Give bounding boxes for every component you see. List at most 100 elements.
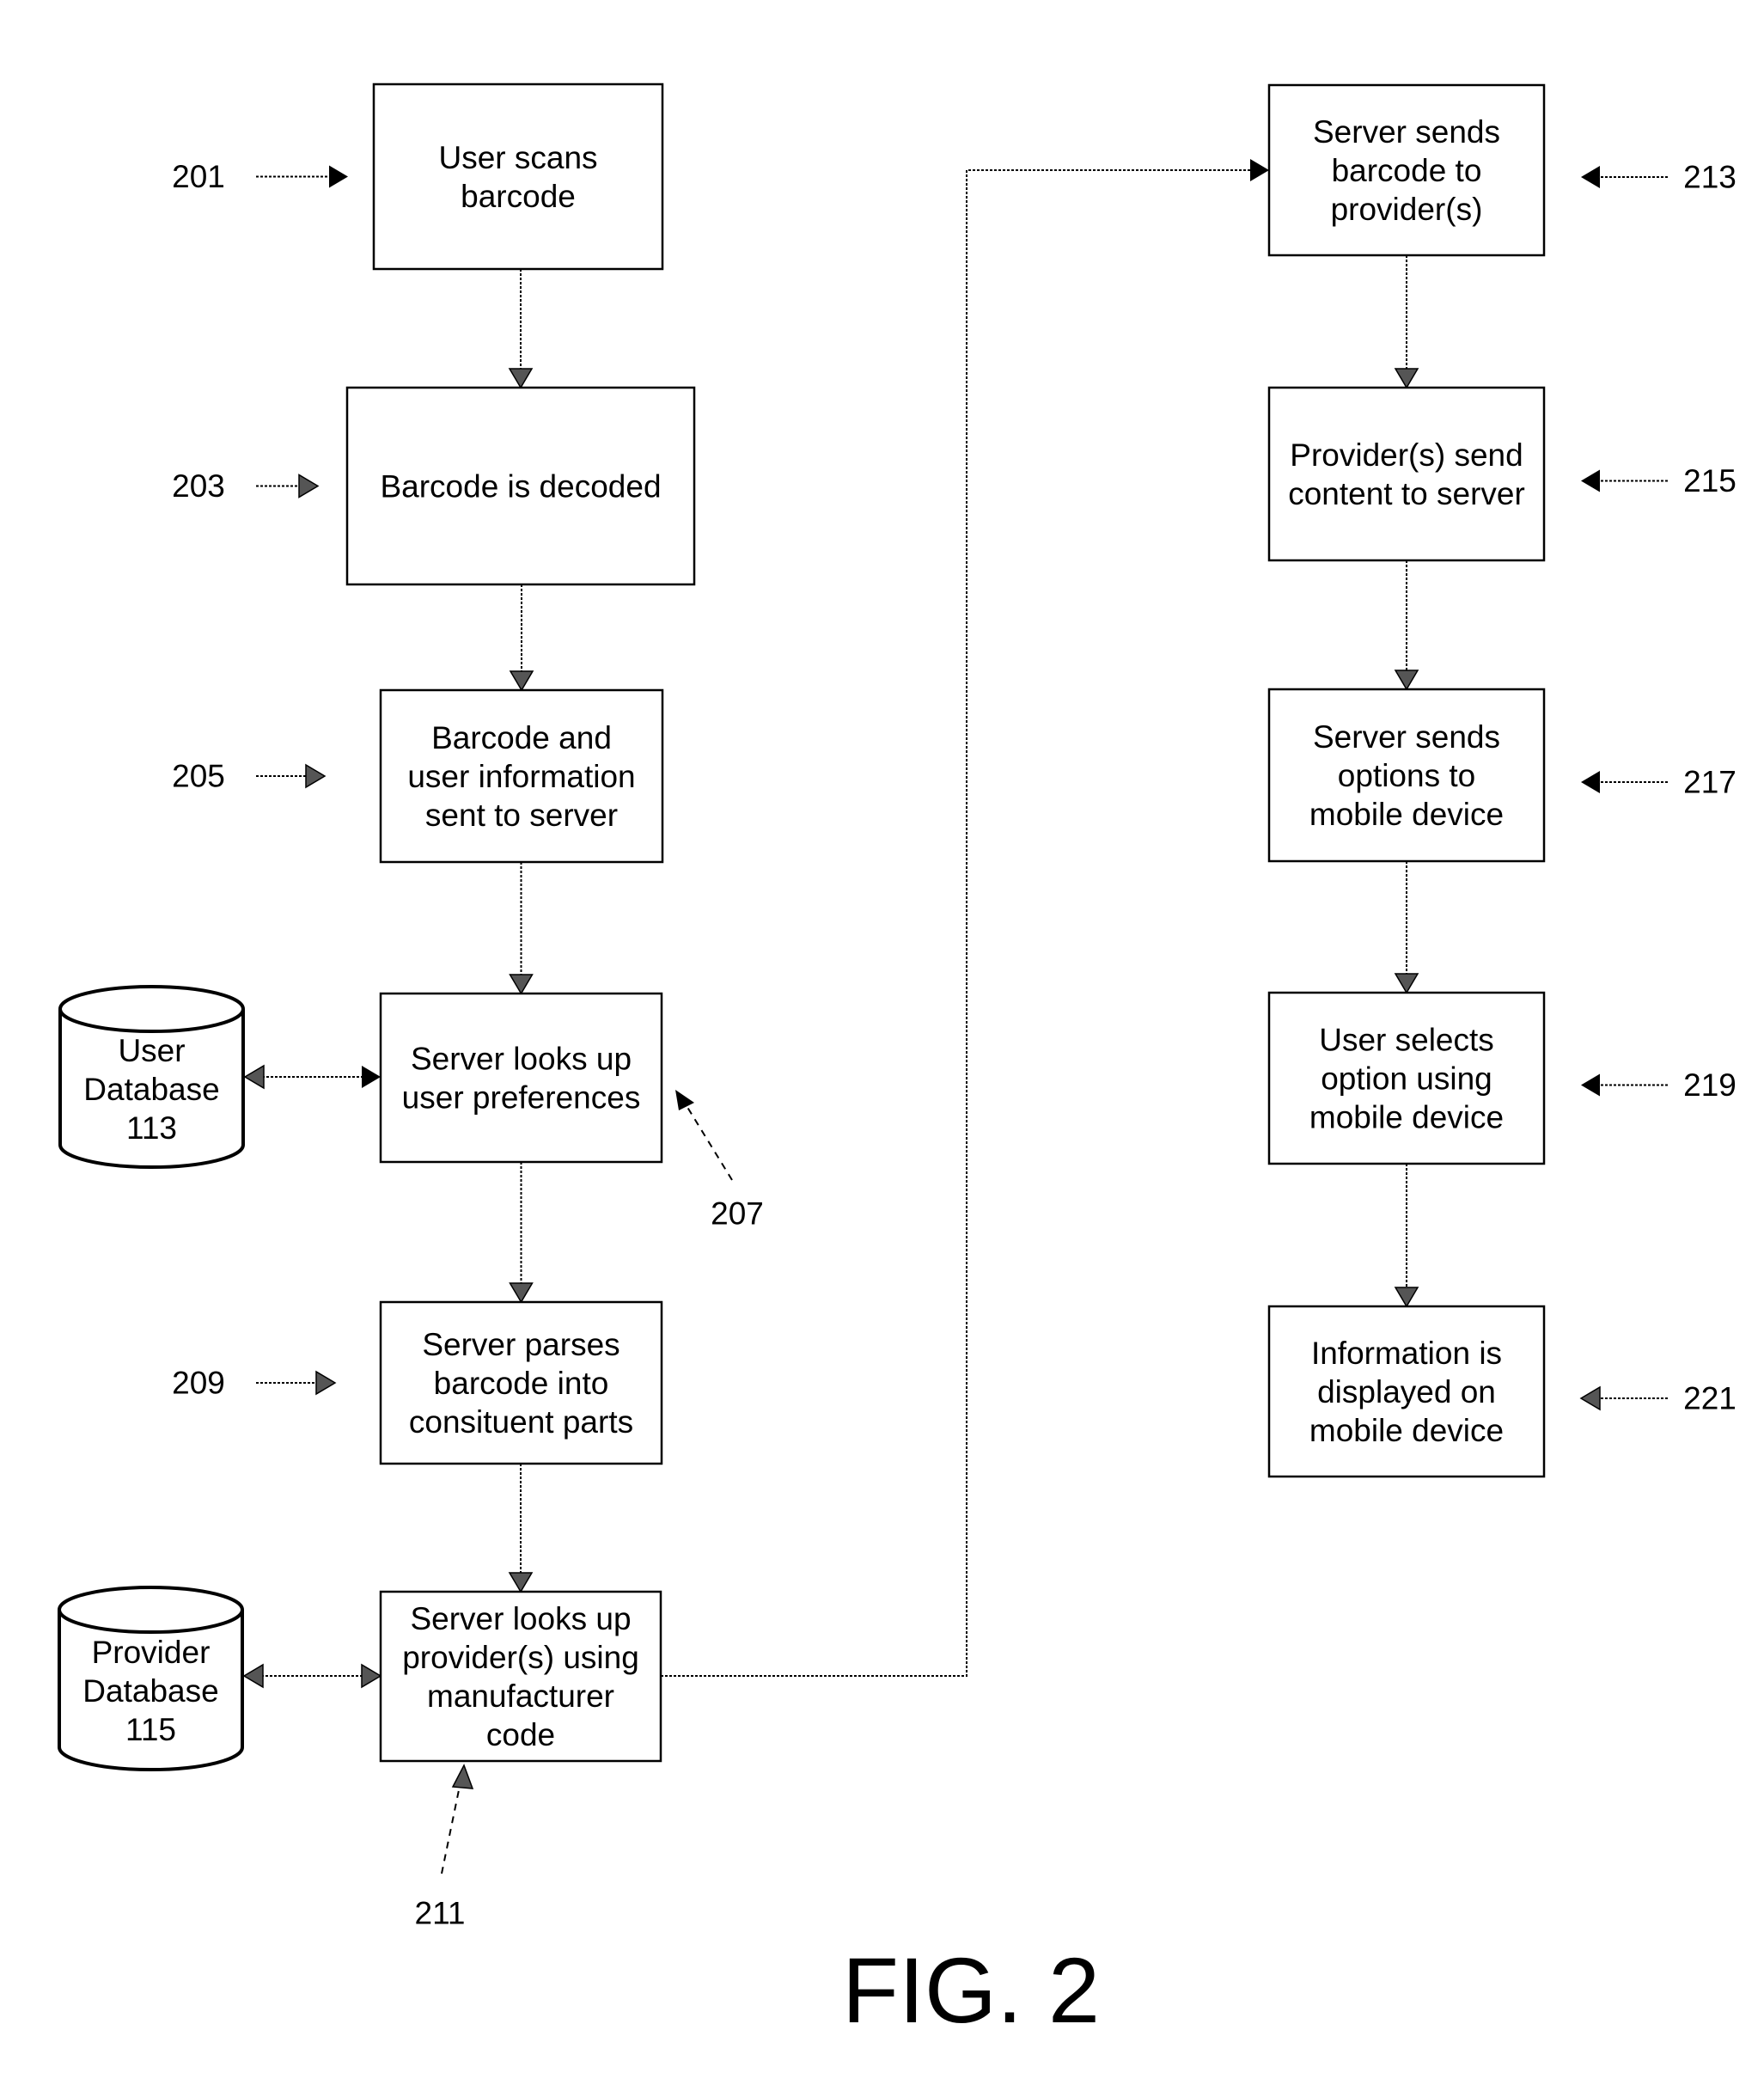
step-201[interactable]: User scans barcode: [372, 83, 664, 271]
flow-arrow-icon-215-217: [1394, 670, 1419, 691]
ref-arrow-icon-203: [298, 474, 320, 498]
step-text-203-line: Barcode is decoded: [380, 469, 661, 504]
step-text-201-line: User scans: [438, 140, 597, 175]
ref-arrow-icon-205: [305, 763, 327, 789]
ref-arrow-icon-219: [1581, 1073, 1600, 1097]
ref-arrow-icon-213: [1581, 166, 1600, 188]
ref-label-211: 211: [415, 1896, 466, 1931]
step-text-211-line: provider(s) using: [402, 1640, 639, 1675]
step-text-211-line: Server looks up: [410, 1601, 631, 1636]
step-221[interactable]: Information isdisplayed on mobile device: [1267, 1305, 1546, 1478]
step-213[interactable]: Server sendsbarcode to provider(s): [1267, 83, 1546, 257]
ref-leader-211: [441, 1785, 461, 1874]
step-text-207-line: user preferences: [402, 1080, 641, 1116]
step-box-215[interactable]: [1267, 386, 1546, 562]
database-text-113-line: 113: [126, 1110, 177, 1146]
ref-label-217: 217: [1683, 765, 1737, 800]
ref-arrow-icon-217: [1581, 771, 1600, 793]
step-text-209-line: Server parses: [422, 1327, 620, 1362]
flow-arrow-icon-207-209: [509, 1282, 534, 1304]
step-text-213: Server sendsbarcode to provider(s): [1313, 114, 1500, 227]
ref-label-207: 207: [711, 1196, 764, 1232]
step-text-219-line: User selects: [1319, 1023, 1494, 1058]
step-text-205-line: user information: [407, 759, 635, 794]
ref-label-203: 203: [172, 468, 225, 504]
database-text-115-line: Database: [82, 1673, 218, 1709]
flow-arrow-icon-217-219: [1394, 973, 1419, 994]
step-217[interactable]: Server sendsoptions to mobile device: [1267, 688, 1546, 863]
ref-label-213: 213: [1683, 160, 1737, 195]
nodes-layer: User scans barcode Barcode is decoded Barco…: [58, 83, 1546, 1771]
step-text-205-line: Barcode and: [431, 720, 612, 755]
step-text-219-line: option using: [1321, 1061, 1492, 1097]
db-link-arrow-icon-right-115: [361, 1663, 382, 1689]
step-text-215-line: content to server: [1288, 476, 1525, 511]
step-text-201-line: barcode: [461, 179, 576, 214]
database-text-113-line: User: [118, 1033, 185, 1068]
step-text-217-line: Server sends: [1313, 719, 1500, 755]
ref-arrow-icon-209: [315, 1370, 337, 1396]
step-box-201[interactable]: [372, 83, 664, 271]
step-text-217-line: mobile device: [1309, 797, 1504, 832]
step-211[interactable]: Server looks up provider(s) usingmanufact…: [379, 1590, 662, 1763]
step-text-221: Information isdisplayed on mobile device: [1309, 1336, 1504, 1448]
step-box-207[interactable]: [379, 992, 663, 1164]
ref-arrow-icon-211: [451, 1764, 474, 1789]
database-text-115-line: Provider: [92, 1635, 211, 1670]
db-link-arrow-icon-left-115: [242, 1663, 264, 1689]
db-link-arrow-icon-left-113: [243, 1064, 265, 1090]
step-text-217-line: options to: [1338, 758, 1475, 793]
step-219[interactable]: User selectsoption usingmobile device: [1267, 991, 1546, 1165]
flowchart-canvas: User scans barcode Barcode is decoded Barco…: [58, 83, 1737, 2042]
step-text-209-line: barcode into: [434, 1366, 609, 1401]
step-text-209-line: consituent parts: [409, 1404, 633, 1440]
ref-arrow-icon-207: [675, 1090, 694, 1110]
ref-label-201: 201: [172, 159, 225, 194]
step-text-221-line: mobile device: [1309, 1413, 1504, 1448]
database-cylinder-top: [58, 985, 245, 1033]
database-115[interactable]: ProviderDatabase115: [58, 1586, 244, 1771]
database-text-113-line: Database: [83, 1072, 219, 1107]
database-text-115-line: 115: [125, 1712, 176, 1747]
step-text-211-line: manufacturer: [427, 1678, 614, 1714]
step-text-213-line: barcode to: [1332, 153, 1482, 188]
flow-arrow-icon-213-215: [1394, 368, 1419, 389]
step-text-221-line: displayed on: [1317, 1374, 1496, 1409]
step-text-213-line: Server sends: [1313, 114, 1500, 150]
flow-arrow-icon-209-211: [508, 1572, 534, 1593]
database-113[interactable]: User Database113: [58, 985, 245, 1169]
db-link-arrow-icon-right-113: [362, 1066, 381, 1088]
step-text-219-line: mobile device: [1309, 1100, 1504, 1135]
flow-arrow-icon-201-203: [508, 368, 534, 389]
step-text-209: Server parses barcode intoconsituent part…: [409, 1327, 633, 1440]
ref-label-221: 221: [1683, 1381, 1737, 1416]
figure-title: FIG. 2: [842, 1938, 1100, 2042]
ref-label-219: 219: [1683, 1067, 1737, 1103]
step-209[interactable]: Server parses barcode intoconsituent part…: [379, 1300, 663, 1465]
flow-connector-211-213: [661, 169, 1250, 1677]
step-text-207-line: Server looks up: [411, 1042, 632, 1077]
step-text-205-line: sent to server: [425, 798, 618, 833]
step-203[interactable]: Barcode is decoded: [345, 386, 696, 586]
ref-label-205: 205: [172, 759, 225, 794]
ref-arrow-icon-201: [329, 165, 348, 188]
ref-arrow-icon-221: [1579, 1385, 1601, 1411]
step-215[interactable]: Provider(s) sendcontent to server: [1267, 386, 1546, 562]
step-text-205: Barcode and user information sent to serve…: [407, 720, 635, 833]
step-207[interactable]: Server looks upuser preferences: [379, 992, 663, 1164]
step-text-221-line: Information is: [1311, 1336, 1502, 1371]
step-text-217: Server sendsoptions to mobile device: [1309, 719, 1504, 832]
step-text-215-line: Provider(s) send: [1290, 437, 1523, 473]
step-205[interactable]: Barcode and user information sent to serve…: [379, 688, 664, 864]
flow-arrow-icon-203-205: [509, 670, 534, 692]
ref-leader-207: [685, 1104, 733, 1181]
step-text-213-line: provider(s): [1331, 192, 1483, 227]
step-text-219: User selectsoption usingmobile device: [1309, 1023, 1504, 1135]
step-text-203: Barcode is decoded: [380, 469, 661, 504]
step-text-211-line: code: [486, 1717, 555, 1752]
ref-arrow-icon-215: [1581, 469, 1600, 492]
flow-arrow-icon-205-207: [509, 974, 534, 995]
flow-arrow-icon-219-221: [1394, 1287, 1419, 1308]
ref-label-209: 209: [172, 1366, 225, 1401]
database-cylinder-top: [58, 1586, 244, 1634]
